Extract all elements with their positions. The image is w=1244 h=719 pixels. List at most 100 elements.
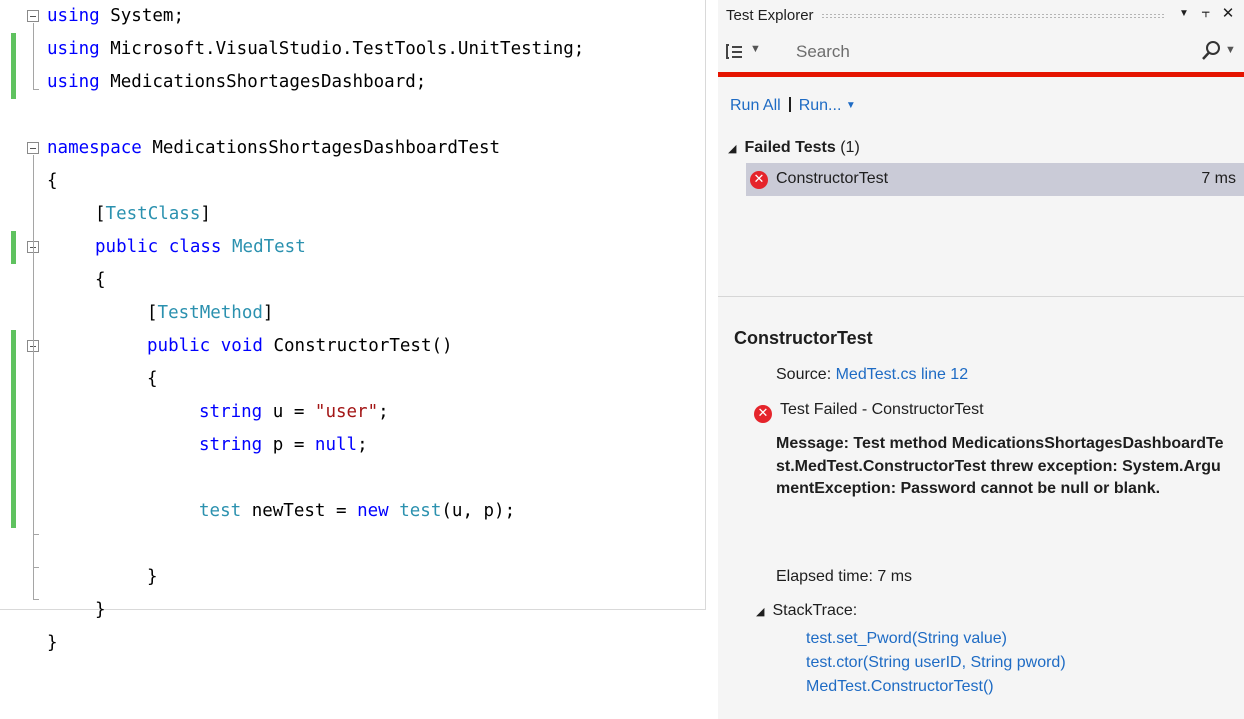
window-position-dropdown-icon[interactable]: ▼: [1174, 8, 1194, 30]
code-editor[interactable]: using System; using Microsoft.VisualStudi…: [0, 0, 706, 653]
source-label: Source:: [776, 366, 832, 383]
code-text: using Microsoft.VisualStudio.TestTools.U…: [47, 39, 585, 59]
code-line[interactable]: string p = null;: [0, 429, 706, 462]
code-text: public class MedTest: [95, 237, 306, 257]
test-row[interactable]: ✕ ConstructorTest 7 ms: [746, 163, 1244, 196]
code-text: using System;: [47, 6, 184, 26]
test-explorer-panel: Test Explorer ▼ ⫟ ✕ ▼ ▼ Run All Run... ▼ …: [718, 0, 1244, 719]
code-text: {: [47, 171, 58, 191]
change-indicator: [11, 231, 16, 264]
code-line[interactable]: {: [0, 165, 706, 198]
code-line[interactable]: string u = "user";: [0, 396, 706, 429]
expanded-triangle-icon: ◢: [728, 143, 737, 155]
change-indicator: [11, 363, 16, 396]
run-menu-label: Run...: [798, 97, 842, 114]
collapse-icon[interactable]: [27, 10, 39, 22]
code-line[interactable]: }: [0, 594, 706, 627]
title-grip: [821, 13, 1166, 19]
code-text: {: [95, 270, 106, 290]
code-line[interactable]: public class MedTest: [0, 231, 706, 264]
code-text: [TestMethod]: [147, 303, 274, 323]
code-line[interactable]: using System;: [0, 0, 706, 33]
code-text: }: [47, 633, 58, 653]
collapse-icon[interactable]: [27, 142, 39, 154]
code-text: }: [95, 600, 106, 620]
separator: [788, 97, 791, 112]
error-message: Message: Test method MedicationsShortage…: [776, 435, 1224, 497]
test-duration: 7 ms: [1201, 170, 1236, 187]
test-name: ConstructorTest: [776, 170, 889, 187]
outline-using: [33, 23, 34, 89]
code-text: string p = null;: [199, 435, 368, 455]
code-line[interactable]: using MedicationsShortagesDashboard;: [0, 66, 706, 99]
code-line[interactable]: [0, 462, 706, 495]
change-indicator: [11, 429, 16, 462]
code-line[interactable]: [TestClass]: [0, 198, 706, 231]
failed-tests-group-header[interactable]: ◢ Failed Tests (1): [728, 139, 860, 157]
code-text: }: [147, 567, 158, 587]
outline-method-end: [33, 534, 39, 535]
stack-trace-label: StackTrace:: [772, 602, 858, 619]
pin-icon[interactable]: ⫟: [1196, 4, 1216, 26]
outline-namespace-end: [33, 599, 39, 600]
code-text: [TestClass]: [95, 204, 211, 224]
search-icon[interactable]: [1200, 40, 1222, 62]
code-text: {: [147, 369, 158, 389]
outline-using-end: [33, 89, 39, 90]
stack-frame-link[interactable]: test.ctor(String userID, String pword): [806, 651, 1066, 675]
code-line[interactable]: }: [0, 561, 706, 594]
outline-class-end: [33, 567, 39, 568]
code-line[interactable]: }: [0, 627, 706, 660]
run-commands: Run All Run... ▼: [730, 97, 856, 115]
elapsed-time: Elapsed time: 7 ms: [776, 568, 913, 585]
toolbar: ▼ ▼: [718, 32, 1244, 72]
run-all-link[interactable]: Run All: [730, 97, 781, 114]
code-text: string u = "user";: [199, 402, 389, 422]
failed-icon: ✕: [750, 171, 768, 189]
code-line[interactable]: public void ConstructorTest(): [0, 330, 706, 363]
stack-frame-link[interactable]: test.set_Pword(String value): [806, 627, 1066, 651]
detail-test-name: ConstructorTest: [734, 328, 873, 348]
change-indicator: [11, 495, 16, 528]
code-line[interactable]: {: [0, 264, 706, 297]
code-line[interactable]: [0, 99, 706, 132]
chevron-down-icon: ▼: [750, 43, 761, 55]
group-by-icon: [726, 43, 742, 59]
source-link[interactable]: MedTest.cs line 12: [836, 366, 969, 383]
change-indicator: [11, 330, 16, 363]
code-text: namespace MedicationsShortagesDashboardT…: [47, 138, 501, 158]
code-line[interactable]: namespace MedicationsShortagesDashboardT…: [0, 132, 706, 165]
group-name: Failed Tests: [744, 139, 836, 156]
stack-trace-header[interactable]: ◢ StackTrace:: [756, 602, 857, 620]
detail-status: ✕ Test Failed - ConstructorTest: [754, 401, 984, 423]
run-status-bar: [718, 72, 1244, 77]
outline-method: [33, 336, 34, 534]
stack-frame-link[interactable]: MedTest.ConstructorTest(): [806, 675, 1066, 699]
search-options-chevron-icon[interactable]: ▼: [1225, 44, 1236, 56]
change-indicator: [11, 396, 16, 429]
code-line[interactable]: [TestMethod]: [0, 297, 706, 330]
code-line[interactable]: using Microsoft.VisualStudio.TestTools.U…: [0, 33, 706, 66]
detail-source: Source: MedTest.cs line 12: [776, 366, 968, 384]
code-text: test newTest = new test(u, p);: [199, 501, 516, 521]
code-line[interactable]: [0, 528, 706, 561]
failed-icon: ✕: [754, 405, 772, 423]
change-indicator: [11, 66, 16, 99]
code-line[interactable]: test newTest = new test(u, p);: [0, 495, 706, 528]
run-menu-link[interactable]: Run... ▼: [799, 97, 856, 114]
stack-trace-list: test.set_Pword(String value) test.ctor(S…: [806, 627, 1066, 699]
panel-title: Test Explorer: [726, 7, 814, 24]
code-text: public void ConstructorTest(): [147, 336, 453, 356]
splitter[interactable]: [718, 296, 1244, 297]
test-explorer-title-bar[interactable]: Test Explorer ▼ ⫟ ✕: [718, 0, 1244, 32]
code-line[interactable]: {: [0, 363, 706, 396]
close-icon[interactable]: ✕: [1218, 4, 1238, 26]
status-text: Test Failed - ConstructorTest: [780, 401, 984, 418]
search-input[interactable]: [796, 38, 1166, 66]
chevron-down-icon: ▼: [845, 100, 856, 111]
change-indicator: [11, 462, 16, 495]
group-count: (1): [840, 139, 860, 156]
expanded-triangle-icon: ◢: [756, 606, 765, 618]
change-indicator: [11, 33, 16, 66]
group-by-button[interactable]: ▼: [726, 41, 764, 63]
